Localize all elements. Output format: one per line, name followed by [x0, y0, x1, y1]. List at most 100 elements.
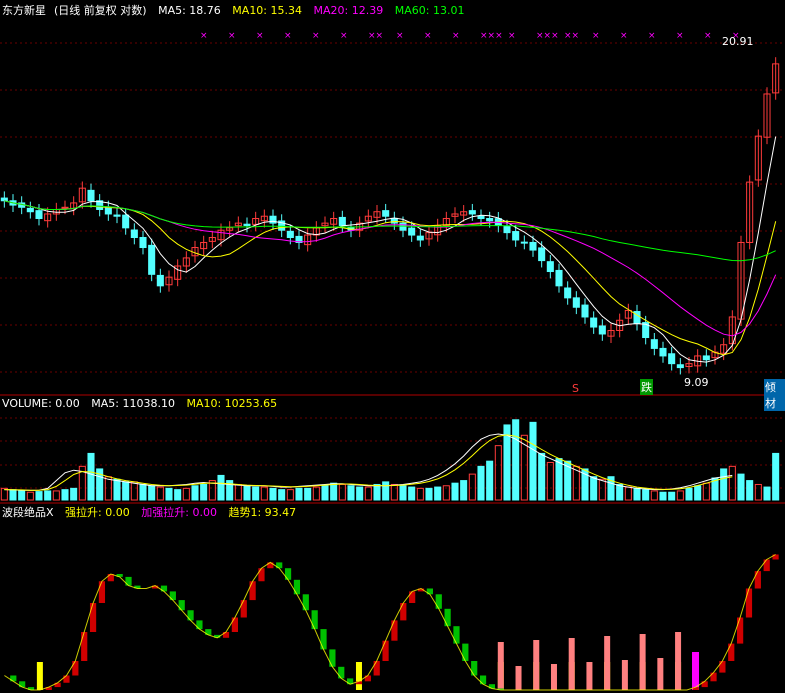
- volume-bar: [451, 482, 459, 501]
- volume-bar: [676, 490, 684, 501]
- price-moving-averages: [4, 136, 777, 363]
- volume-bar: [139, 483, 147, 501]
- volume-bar: [685, 487, 693, 501]
- volume-bar: [694, 485, 702, 501]
- volume-bar: [486, 460, 494, 501]
- chart-mode: (日线 前复权 对数): [54, 4, 147, 17]
- signal-bar: [692, 652, 699, 690]
- volume-bar: [304, 487, 312, 501]
- volume-bar: [260, 486, 268, 501]
- volume-bar: [659, 491, 667, 501]
- candle-body: [87, 189, 95, 202]
- signal-bar: [586, 662, 593, 690]
- volume-bar: [165, 487, 173, 501]
- candle-body: [486, 218, 494, 222]
- x-marker: ×: [424, 31, 432, 41]
- candle-body: [156, 274, 164, 287]
- volume-bar: [295, 487, 303, 501]
- candle-body: [538, 247, 546, 262]
- volume-bar: [650, 490, 658, 501]
- candle-body: [477, 215, 485, 220]
- x-marker: ×: [284, 31, 292, 41]
- candle-body: [0, 197, 8, 202]
- volume-bar: [546, 461, 554, 501]
- candle-body: [572, 297, 580, 308]
- volume-bar: [520, 434, 528, 501]
- candle-body: [139, 236, 147, 249]
- x-marker: ×: [396, 31, 404, 41]
- volume-bar: [624, 486, 632, 501]
- volume-bar: [122, 481, 130, 501]
- volume-bar: [702, 482, 710, 501]
- volume-grid: [0, 417, 785, 489]
- volume-bar: [174, 489, 182, 501]
- x-marker: ×: [620, 31, 628, 41]
- volume-bar: [269, 487, 277, 501]
- candle-body: [468, 210, 476, 215]
- candle-body: [35, 210, 43, 220]
- volume-bar: [382, 481, 390, 501]
- candle-body: [148, 244, 156, 275]
- volume-bar: [278, 489, 286, 501]
- volume-bar: [338, 483, 346, 501]
- volume-bar: [347, 485, 355, 501]
- signal-bar: [621, 660, 628, 690]
- candle-body: [555, 269, 563, 287]
- x-marker: ×: [508, 31, 516, 41]
- x-marker: ××: [368, 31, 383, 41]
- volume-bar: [408, 486, 416, 501]
- x-marker: ×: [228, 31, 236, 41]
- volume-bar: [460, 480, 468, 501]
- price-candles: [0, 57, 780, 375]
- candle-body: [529, 241, 537, 251]
- volume-bar: [286, 489, 294, 501]
- volume-bar: [512, 419, 520, 501]
- x-marker: ×: [340, 31, 348, 41]
- volume-bar: [200, 483, 208, 501]
- chart-canvas: × × × × × × ×× × × × ××× × ××× ×× × × × × × ×: [0, 31, 785, 691]
- candle-body: [598, 325, 606, 335]
- signal-bar: [497, 642, 504, 690]
- candle-body: [382, 210, 390, 217]
- volume-bar: [668, 491, 676, 501]
- volume-bar: [642, 489, 650, 501]
- price-markers: × × × × × × ×× × × × ××× × ××× ×× × × × × × ×: [200, 31, 740, 41]
- volume-bar: [390, 483, 398, 501]
- candle-body: [130, 229, 138, 238]
- candle-body: [590, 317, 598, 328]
- candle-body: [113, 214, 121, 217]
- candle-body: [104, 206, 112, 215]
- volume-bar: [763, 486, 771, 501]
- signal-bar: [657, 658, 664, 690]
- volume-bar: [35, 491, 43, 501]
- signal-guan: 倾材: [764, 379, 785, 411]
- candle-body: [408, 227, 416, 236]
- signal-bar: [568, 638, 575, 690]
- candle-body: [338, 216, 346, 226]
- volume-bar: [191, 485, 199, 501]
- volume-bar: [26, 491, 34, 501]
- indicator-name: 波段绝品X: [2, 506, 54, 519]
- x-marker: ×: [452, 31, 460, 41]
- volume-bar: [754, 483, 762, 501]
- x-marker: ×: [592, 31, 600, 41]
- ma5-readout: MA5: 18.76: [158, 4, 221, 17]
- volume-bar: [746, 480, 754, 501]
- ma20-readout: MA20: 12.39: [313, 4, 384, 17]
- volume-bar: [234, 483, 242, 501]
- volume-bar: [52, 490, 60, 501]
- volume-bar: [252, 486, 260, 501]
- volume-bar: [477, 465, 485, 501]
- candle-body: [676, 364, 684, 369]
- signal-bar: [550, 664, 557, 690]
- volume-bar: [416, 487, 424, 501]
- candle-body: [26, 207, 34, 213]
- volume-bar: [555, 458, 563, 501]
- trend-readout: 趋势1: 93.47: [228, 506, 297, 519]
- volume-bar: [217, 474, 225, 501]
- x-marker: ×××: [536, 31, 559, 41]
- signal-bar: [515, 666, 522, 690]
- candle-body: [546, 261, 554, 273]
- volume-bar: [633, 487, 641, 501]
- x-marker: ×: [704, 31, 712, 41]
